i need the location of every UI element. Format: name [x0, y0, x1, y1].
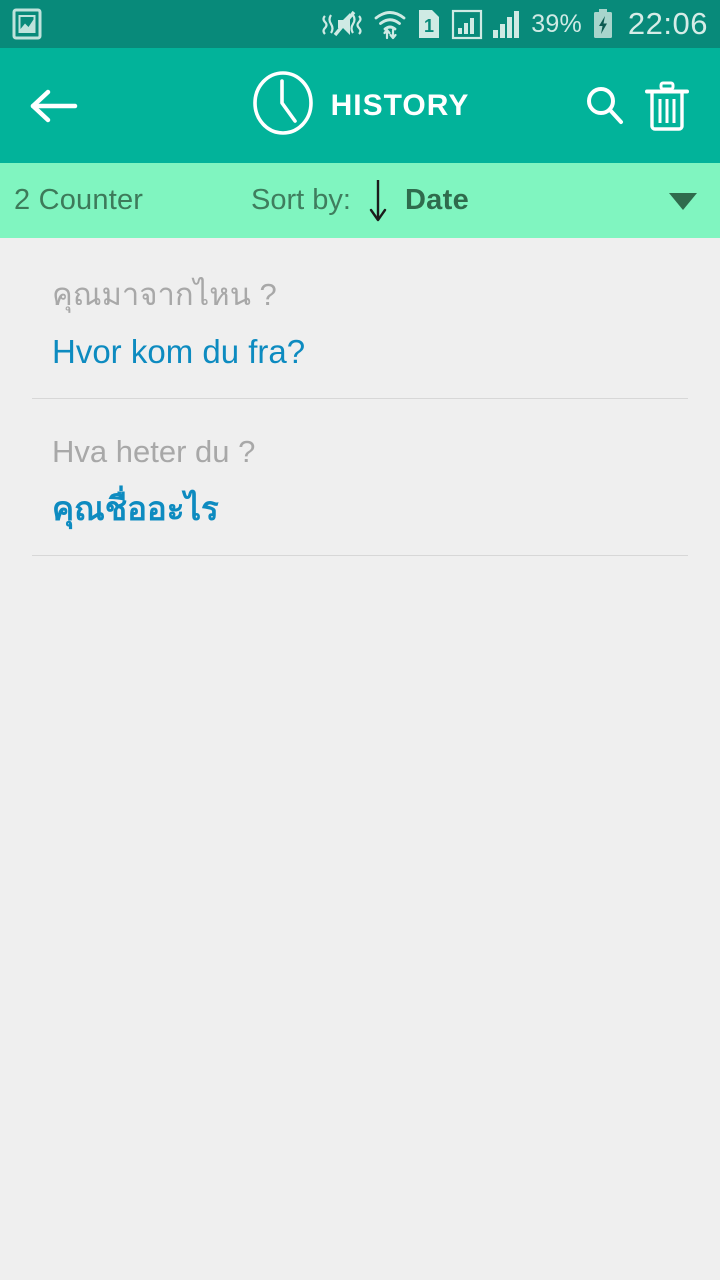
battery-charging-icon [591, 8, 615, 40]
svg-text:1: 1 [424, 16, 434, 36]
list-divider [32, 555, 688, 556]
history-source-text: Hva heter du ? [52, 434, 256, 469]
page-title: HISTORY [330, 88, 470, 122]
battery-percent-label: 39% [531, 9, 582, 38]
status-bar: 1 39% 22:06 [0, 0, 720, 48]
delete-all-button[interactable] [636, 75, 698, 137]
history-list: คุณมาจากไหน ? Hvor kom du fra? Hva heter… [0, 238, 720, 556]
sort-by-label: Sort by: [251, 184, 351, 216]
sort-bar[interactable]: 2 Counter Sort by: Date [0, 163, 720, 238]
sim-card-1-icon: 1 [416, 8, 442, 40]
search-button[interactable] [574, 75, 636, 137]
signal-bars-boxed-icon [451, 8, 483, 40]
sort-direction-descending-icon [365, 176, 391, 226]
phone-screen: 1 39% 22:06 HISTORY 2 Counter Sort by: D… [0, 0, 720, 1280]
signal-bars-icon [492, 8, 522, 40]
counter-label: 2 Counter [14, 184, 144, 216]
history-source-text: คุณมาจากไหน ? [52, 277, 277, 312]
app-bar: HISTORY [0, 48, 720, 163]
history-target-text: Hvor kom du fra? [52, 332, 306, 370]
status-bar-right-icons: 1 39% 22:06 [320, 6, 708, 42]
history-clock-icon [251, 69, 315, 142]
status-bar-left-icons [12, 8, 42, 40]
screenshot-notification-icon [12, 8, 42, 40]
list-item[interactable]: Hva heter du ? คุณชื่ออะไร [0, 399, 720, 555]
status-bar-clock: 22:06 [627, 6, 708, 41]
vibrate-mute-icon [320, 8, 364, 40]
sort-value-label: Date [404, 184, 469, 216]
list-item[interactable]: คุณมาจากไหน ? Hvor kom du fra? [0, 242, 720, 398]
history-target-text: คุณชื่ออะไร [52, 489, 219, 527]
back-button[interactable] [22, 75, 84, 137]
chevron-down-icon[interactable] [660, 178, 706, 224]
wifi-transfer-icon [373, 8, 407, 40]
